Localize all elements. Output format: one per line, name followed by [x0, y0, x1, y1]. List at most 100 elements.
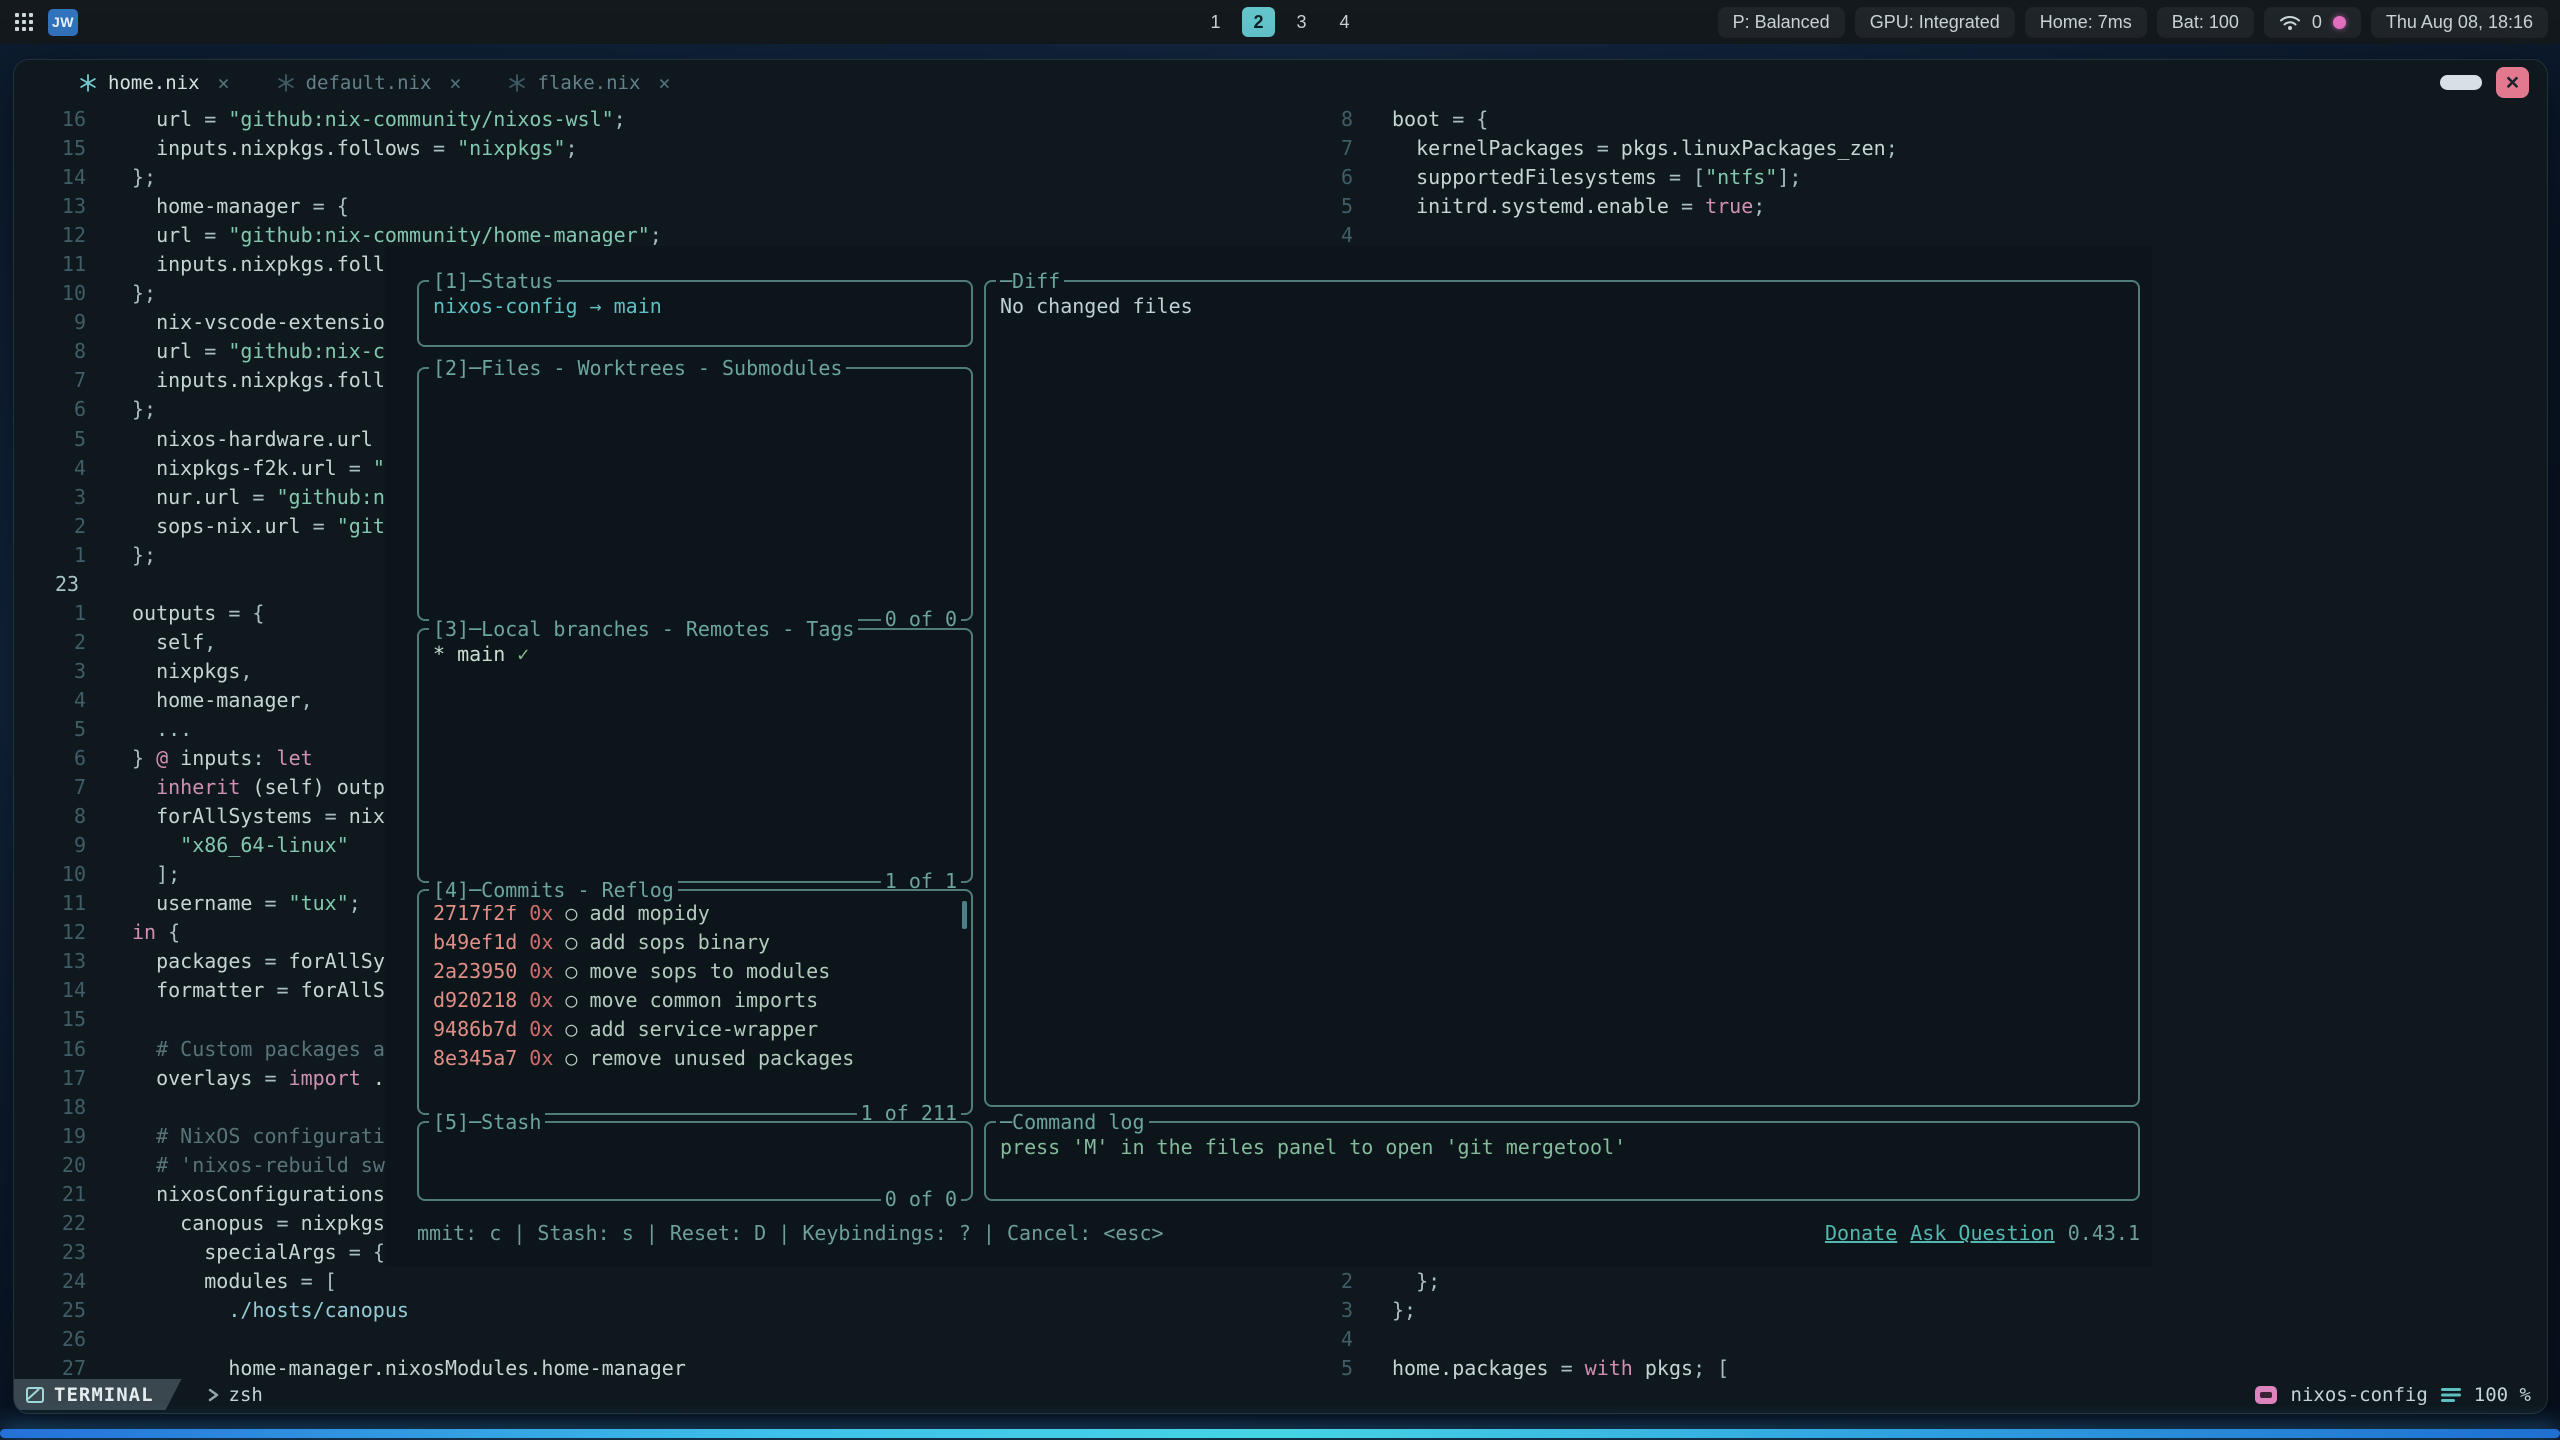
tab-close-icon[interactable]: × — [658, 71, 670, 95]
diff-content: No changed files — [986, 282, 2138, 331]
keybar-right: Donate Ask Question 0.43.1 — [1825, 1219, 2140, 1248]
code-line[interactable]: 7kernelPackages = pkgs.linuxPackages_zen… — [1293, 134, 2547, 163]
tab-home.nix[interactable]: home.nix× — [78, 71, 230, 95]
line-number: 9 — [14, 308, 86, 337]
line-number: 5 — [1293, 192, 1353, 221]
line-number: 12 — [14, 221, 86, 250]
shell-label: zsh — [229, 1384, 263, 1406]
commit-row[interactable]: 8e345a70x○remove unused packages — [433, 1044, 961, 1073]
keybindings-hint: mmit: c | Stash: s | Reset: D | Keybindi… — [417, 1219, 1164, 1248]
app-launcher-icon[interactable] — [14, 12, 34, 32]
code-line[interactable]: 16url = "github:nix-community/nixos-wsl"… — [14, 105, 1293, 134]
mode-label: TERMINAL — [54, 1384, 154, 1406]
topbar-left: JW — [0, 9, 78, 36]
tab-close-icon[interactable]: × — [449, 71, 461, 95]
line-number: 8 — [1293, 105, 1353, 134]
line-number: 16 — [14, 1035, 86, 1064]
tab-close-icon[interactable]: × — [218, 71, 230, 95]
line-number: 15 — [14, 134, 86, 163]
mode-badge[interactable]: TERMINAL — [14, 1379, 182, 1410]
line-number: 15 — [14, 1005, 86, 1034]
tray-icons[interactable]: 0 — [2264, 7, 2361, 38]
line-number: 22 — [14, 1209, 86, 1238]
ask-question-link[interactable]: Ask Question — [1910, 1219, 2055, 1248]
workspace-button-3[interactable]: 3 — [1285, 7, 1318, 37]
lazygit-keybar: mmit: c | Stash: s | Reset: D | Keybindi… — [417, 1219, 2140, 1248]
panel-title-command-log: ─Command log — [996, 1108, 1149, 1137]
code-line[interactable]: 8boot = { — [1293, 105, 2547, 134]
lazygit-overlay: [1]─Status nixos-config → main [2]─Files… — [385, 246, 2152, 1267]
panel-title-files: [2]─Files - Worktrees - Submodules — [429, 354, 846, 383]
line-number: 14 — [14, 976, 86, 1005]
panel-title-branches: [3]─Local branches - Remotes - Tags — [429, 615, 858, 644]
lazygit-branches-panel[interactable]: [3]─Local branches - Remotes - Tags * ma… — [417, 628, 973, 883]
terminal-mode-icon — [26, 1387, 44, 1403]
line-number: 23 — [14, 570, 86, 599]
workspaces: 1234 — [1199, 0, 1361, 44]
lazygit-status-panel[interactable]: [1]─Status nixos-config → main — [417, 280, 973, 347]
top-bar: JW 1234 P: Balanced GPU: Integrated Home… — [0, 0, 2560, 44]
tab-flake.nix[interactable]: flake.nix× — [507, 71, 670, 95]
window-close-button[interactable]: × — [2496, 67, 2529, 98]
panel-title-diff: ─Diff — [996, 267, 1064, 296]
line-number: 14 — [14, 163, 86, 192]
clock: Thu Aug 08, 18:16 — [2371, 7, 2548, 38]
nix-snowflake-icon — [276, 73, 296, 93]
commit-row[interactable]: d9202180x○move common imports — [433, 986, 961, 1015]
line-number: 8 — [14, 802, 86, 831]
lazygit-commits-panel[interactable]: [4]─Commits - Reflog 2717f2f0x○add mopid… — [417, 889, 973, 1115]
line-number: 27 — [14, 1354, 86, 1379]
code-line[interactable]: 2}; — [1293, 1267, 2547, 1296]
branch-name: * main — [433, 642, 505, 666]
code-line[interactable]: 14}; — [14, 163, 1293, 192]
line-number: 6 — [1293, 163, 1353, 192]
lazygit-stash-panel[interactable]: [5]─Stash 0 of 0 — [417, 1121, 973, 1201]
commit-row[interactable]: b49ef1d0x○add sops binary — [433, 928, 961, 957]
code-line[interactable]: 27home-manager.nixosModules.home-manager — [14, 1354, 1293, 1379]
workspace-button-1[interactable]: 1 — [1199, 7, 1232, 37]
workspace-button-2[interactable]: 2 — [1242, 7, 1275, 37]
code-line[interactable]: 13home-manager = { — [14, 192, 1293, 221]
shell-tab[interactable]: zsh — [208, 1384, 263, 1406]
gpu-status: GPU: Integrated — [1855, 7, 2015, 38]
commits-scrollbar[interactable] — [962, 901, 967, 929]
lazygit-command-log-panel[interactable]: ─Command log press 'M' in the files pane… — [984, 1121, 2140, 1201]
tab-default.nix[interactable]: default.nix × — [276, 71, 462, 95]
session-name[interactable]: nixos-config — [2291, 1384, 2428, 1406]
line-number: 9 — [14, 831, 86, 860]
scrollback-lines-icon — [2441, 1387, 2461, 1403]
code-line[interactable]: 6supportedFilesystems = ["ntfs"]; — [1293, 163, 2547, 192]
line-number: 10 — [14, 860, 86, 889]
donate-link[interactable]: Donate — [1825, 1219, 1897, 1248]
commit-row[interactable]: 2a239500x○move sops to modules — [433, 957, 961, 986]
commit-row[interactable]: 9486b7d0x○add service-wrapper — [433, 1015, 961, 1044]
code-line[interactable]: 15inputs.nixpkgs.follows = "nixpkgs"; — [14, 134, 1293, 163]
battery-status: Bat: 100 — [2157, 7, 2254, 38]
line-number: 2 — [14, 628, 86, 657]
nix-snowflake-icon — [78, 73, 98, 93]
tab-strip: home.nix×default.nix×flake.nix× — [78, 71, 716, 95]
workspace-button-4[interactable]: 4 — [1328, 7, 1361, 37]
window-pill-button[interactable] — [2440, 75, 2482, 90]
line-number: 5 — [14, 715, 86, 744]
tab-label: default.nix — [306, 72, 432, 94]
commit-list: 2717f2f0x○add mopidyb49ef1d0x○add sops b… — [419, 891, 971, 1073]
code-line[interactable]: 5initrd.systemd.enable = true; — [1293, 192, 2547, 221]
version-label: 0.43.1 — [2068, 1219, 2140, 1248]
stash-count: 0 of 0 — [881, 1185, 961, 1214]
line-number: 26 — [14, 1325, 86, 1354]
lazygit-diff-panel[interactable]: ─Diff No changed files — [984, 280, 2140, 1107]
line-number: 18 — [14, 1093, 86, 1122]
code-line[interactable]: 3}; — [1293, 1296, 2547, 1325]
line-number: 2 — [1293, 1267, 1353, 1296]
code-line[interactable]: 4 — [1293, 1325, 2547, 1354]
code-line[interactable]: 24modules = [ — [14, 1267, 1293, 1296]
lazygit-files-panel[interactable]: [2]─Files - Worktrees - Submodules 0 of … — [417, 367, 973, 621]
logo-badge[interactable]: JW — [48, 9, 78, 36]
panel-title-status: [1]─Status — [429, 267, 557, 296]
code-line[interactable]: 25./hosts/canopus — [14, 1296, 1293, 1325]
prompt-chevron-icon — [208, 1387, 220, 1403]
code-line[interactable]: 26 — [14, 1325, 1293, 1354]
nix-snowflake-icon — [507, 73, 527, 93]
code-line[interactable]: 5home.packages = with pkgs; [ — [1293, 1354, 2547, 1379]
